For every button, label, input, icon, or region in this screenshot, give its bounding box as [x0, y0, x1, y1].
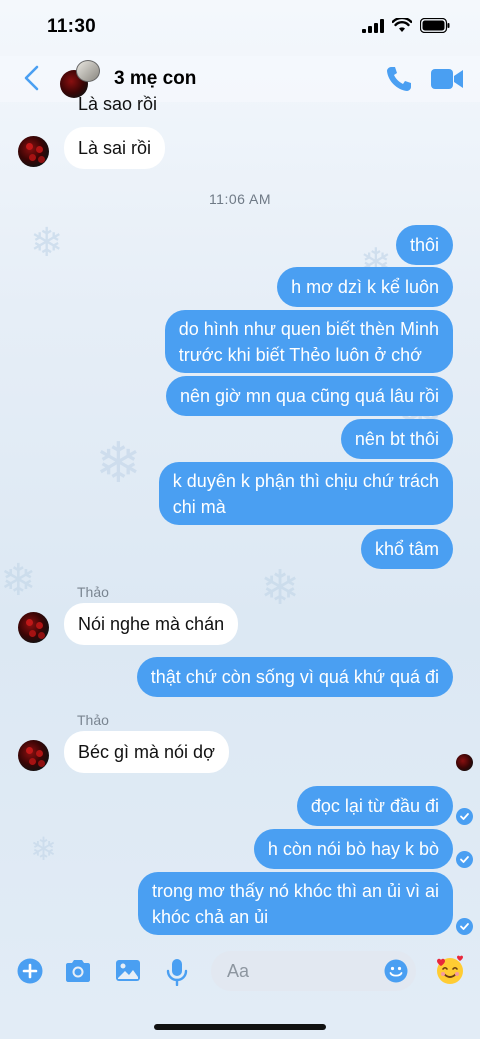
message-text: Là sai rồi: [78, 138, 152, 158]
message-bubble-outgoing[interactable]: h còn nói bò hay k bò: [253, 829, 453, 869]
message-bubble-outgoing[interactable]: thật chứ còn sống vì quá khứ quá đi: [136, 657, 453, 697]
sent-check-icon: [456, 918, 473, 935]
smiling-face-with-hearts-icon[interactable]: [434, 954, 466, 986]
message-text: thôi: [409, 235, 439, 255]
message-input[interactable]: [227, 959, 377, 983]
message-bubble-outgoing[interactable]: do hình như quen biết thèn Minh trước kh…: [164, 310, 453, 373]
sent-check-icon: [456, 851, 473, 868]
message-text: Nói nghe mà chán: [78, 614, 225, 634]
sent-check-icon: [456, 808, 473, 825]
signal-icon: [362, 18, 384, 33]
status-time: 11:30: [47, 16, 97, 37]
message-bubble-outgoing[interactable]: trong mơ thấy nó khóc thì an ủi vì ai kh…: [138, 872, 453, 935]
message-composer: [0, 944, 480, 1000]
message-text-line: chi mà: [172, 496, 226, 517]
message-bubble-outgoing[interactable]: thôi: [395, 225, 453, 265]
message-text: h mơ dzì k kể luôn: [291, 277, 439, 297]
status-bar: 11:30: [0, 0, 480, 56]
snowflake-icon: ❄: [260, 562, 301, 615]
plus-icon[interactable]: [17, 958, 43, 984]
message-text: Là sao rồi: [78, 94, 158, 114]
message-bubble-outgoing[interactable]: khổ tâm: [360, 529, 453, 569]
message-text: khổ tâm: [374, 539, 439, 559]
avatar[interactable]: [18, 740, 49, 771]
message-text: thật chứ còn sống vì quá khứ quá đi: [150, 667, 439, 687]
avatar[interactable]: [18, 136, 49, 167]
message-bubble-outgoing[interactable]: k duyên k phận thì chịu chứ trách chi mà: [158, 462, 453, 525]
message-text-line: trong mơ thấy nó khóc thì an ủi vì ai: [152, 880, 439, 901]
message-bubble-incoming[interactable]: Là sao rồi: [64, 90, 171, 118]
message-text-line: trước khi biết Thẻo luôn ở chớ: [178, 344, 422, 365]
snowflake-icon: ❄: [95, 431, 142, 494]
snowflake-icon: ❄: [30, 221, 64, 265]
message-text: nên giờ mn qua cũng quá lâu rồi: [180, 386, 439, 406]
home-indicator: [154, 1024, 326, 1030]
message-text-line: khóc chả an ủi: [152, 906, 269, 927]
message-bubble-incoming[interactable]: Là sai rồi: [64, 127, 166, 169]
wifi-icon: [392, 18, 412, 32]
message-bubble-incoming[interactable]: Béc gì mà nói dợ: [64, 731, 229, 773]
timestamp: 11:06 AM: [208, 191, 272, 207]
snowflake-icon: ❄: [30, 831, 57, 867]
message-bubble-outgoing[interactable]: nên giờ mn qua cũng quá lâu rồi: [166, 376, 453, 416]
message-bubble-outgoing[interactable]: nên bt thôi: [340, 419, 453, 459]
smiley-icon[interactable]: [384, 959, 408, 983]
message-text: đọc lại từ đầu đi: [310, 796, 439, 816]
image-icon[interactable]: [115, 958, 141, 984]
avatar[interactable]: [18, 612, 49, 643]
message-text-line: do hình như quen biết thèn Minh: [178, 318, 439, 339]
message-text: nên bt thôi: [354, 429, 439, 449]
microphone-icon[interactable]: [166, 958, 188, 986]
battery-icon: [420, 18, 450, 33]
message-text: Béc gì mà nói dợ: [78, 742, 215, 762]
message-input-container[interactable]: [211, 951, 416, 991]
message-bubble-outgoing[interactable]: h mơ dzì k kể luôn: [277, 267, 453, 307]
message-text-line: k duyên k phận thì chịu chứ trách: [172, 470, 439, 491]
snowflake-icon: ❄: [0, 556, 37, 605]
message-bubble-incoming[interactable]: Nói nghe mà chán: [64, 603, 239, 645]
seen-avatar: [456, 754, 473, 771]
sender-name: Thảo: [77, 712, 109, 728]
camera-icon[interactable]: [64, 958, 92, 984]
status-icons: [362, 18, 450, 33]
message-bubble-outgoing[interactable]: đọc lại từ đầu đi: [296, 786, 453, 826]
message-text: h còn nói bò hay k bò: [267, 839, 439, 859]
sender-name: Thảo: [77, 584, 109, 600]
